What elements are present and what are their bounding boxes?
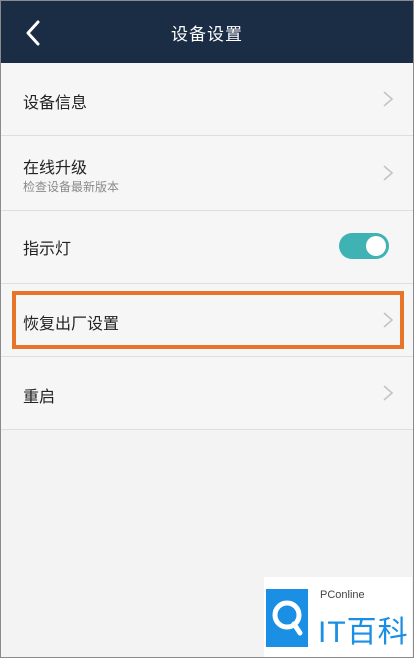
settings-item-label: 重启 — [23, 387, 56, 406]
settings-item-device-info[interactable]: 设备信息 — [1, 63, 413, 136]
settings-item-indicator-light: 指示灯 — [1, 211, 413, 284]
indicator-light-toggle[interactable] — [339, 233, 389, 259]
top-bar: 设备设置 — [1, 1, 413, 63]
settings-item-label: 恢复出厂设置 — [23, 314, 120, 333]
chevron-right-icon — [383, 91, 394, 107]
page-title: 设备设置 — [171, 24, 243, 45]
watermark-big-text: IT百科 — [318, 616, 409, 649]
settings-item-sublabel: 检查设备最新版本 — [23, 180, 120, 194]
back-button[interactable] — [19, 19, 47, 47]
pconline-logo-icon — [266, 589, 308, 647]
chevron-right-icon — [383, 165, 394, 181]
settings-list: 设备信息 在线升级 检查设备最新版本 指示灯 恢复出厂设置 重启 — [1, 63, 413, 430]
chevron-right-icon — [383, 385, 394, 401]
toggle-knob — [366, 236, 386, 256]
settings-item-restart[interactable]: 重启 — [1, 357, 413, 430]
watermark: PConline IT百科 — [264, 577, 412, 657]
settings-item-label: 在线升级 — [23, 158, 88, 177]
settings-item-online-upgrade[interactable]: 在线升级 检查设备最新版本 — [1, 136, 413, 211]
chevron-right-icon — [383, 312, 394, 328]
settings-item-label: 指示灯 — [23, 239, 72, 258]
settings-item-label: 设备信息 — [23, 93, 88, 112]
settings-item-factory-reset[interactable]: 恢复出厂设置 — [1, 284, 413, 357]
watermark-small-text: PConline — [320, 589, 365, 601]
chevron-left-icon — [26, 20, 40, 46]
app-screen: 设备设置 设备信息 在线升级 检查设备最新版本 指示灯 恢复出厂设置 重启 PC… — [0, 0, 414, 658]
